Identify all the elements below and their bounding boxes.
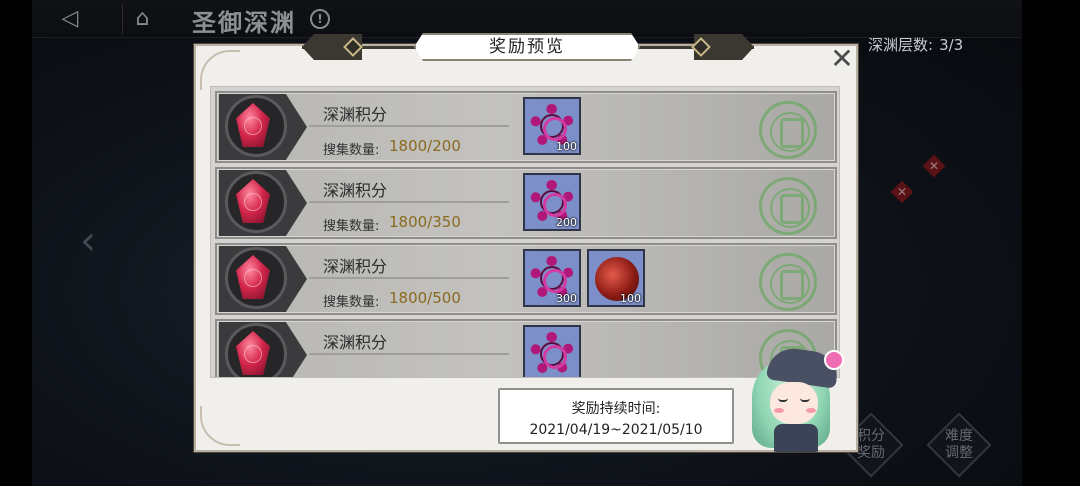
mascot-character — [744, 345, 856, 454]
reward-row-name: 深渊积分 — [323, 333, 388, 352]
reward-row-name: 深渊积分 — [323, 105, 388, 124]
mascot-blush — [806, 408, 816, 413]
modal-title: 奖励预览 — [414, 33, 640, 61]
circuit-line — [309, 277, 509, 279]
collect-label: 搜集数量: — [323, 295, 380, 310]
reward-list[interactable]: 深渊积分 搜集数量: 1800/200 100 深渊积分 搜集数量: 1800/… — [210, 86, 840, 378]
gem-core — [244, 345, 262, 363]
reward-item-ring[interactable]: 200 — [523, 173, 581, 231]
mascot-face — [770, 382, 818, 424]
collect-label: 搜集数量: — [323, 219, 380, 234]
collect-value: 1800/350 — [389, 213, 461, 231]
circuit-line — [309, 201, 509, 203]
collect-label: 搜集数量: — [323, 143, 380, 158]
duration-range: 2021/04/19~2021/05/10 — [529, 422, 703, 438]
reward-row: 深渊积分 搜集数量: 1800/350 200 — [215, 167, 837, 239]
claimed-stamp-icon[interactable] — [759, 101, 817, 159]
item-count: 300 — [556, 292, 577, 305]
reward-item-ring[interactable]: 300 — [523, 249, 581, 307]
gem-core — [244, 269, 262, 287]
reward-row-name: 深渊积分 — [323, 181, 388, 200]
item-count: 200 — [556, 216, 577, 229]
claimed-stamp-icon[interactable] — [759, 253, 817, 311]
ring-item-icon — [530, 332, 574, 376]
circuit-line — [309, 125, 509, 127]
depth-value: 3/3 — [939, 36, 964, 54]
depth-indicator: 深渊层数: 3/3 — [868, 34, 963, 55]
corner-ornament — [200, 50, 240, 90]
reward-item-ring[interactable] — [523, 325, 581, 377]
depth-label: 深渊层数: — [868, 36, 934, 54]
gem-core — [244, 193, 262, 211]
circuit-line — [309, 353, 509, 355]
mascot-hair-pin — [824, 350, 844, 370]
mascot-blush — [774, 408, 784, 413]
corner-ornament — [200, 406, 240, 446]
claimed-stamp-icon[interactable] — [759, 177, 817, 235]
reward-duration-box: 奖励持续时间: 2021/04/19~2021/05/10 — [498, 388, 734, 444]
item-count: 100 — [620, 292, 641, 305]
reward-row-name: 深渊积分 — [323, 257, 388, 276]
item-count: 100 — [556, 140, 577, 153]
collect-value: 1800/200 — [389, 137, 461, 155]
reward-item-ring[interactable]: 100 — [523, 97, 581, 155]
gem-core — [244, 117, 262, 135]
mascot-body — [774, 424, 818, 452]
collect-value: 1800/500 — [389, 289, 461, 307]
reward-row: 深渊积分 搜集数量: 1800/500 300 100 — [215, 243, 837, 315]
reward-item-red-orb[interactable]: 100 — [587, 249, 645, 307]
close-icon[interactable]: ✕ — [826, 44, 858, 76]
duration-label: 奖励持续时间: — [571, 401, 661, 417]
reward-row: 深渊积分 搜集数量: 1800/200 100 — [215, 91, 837, 163]
